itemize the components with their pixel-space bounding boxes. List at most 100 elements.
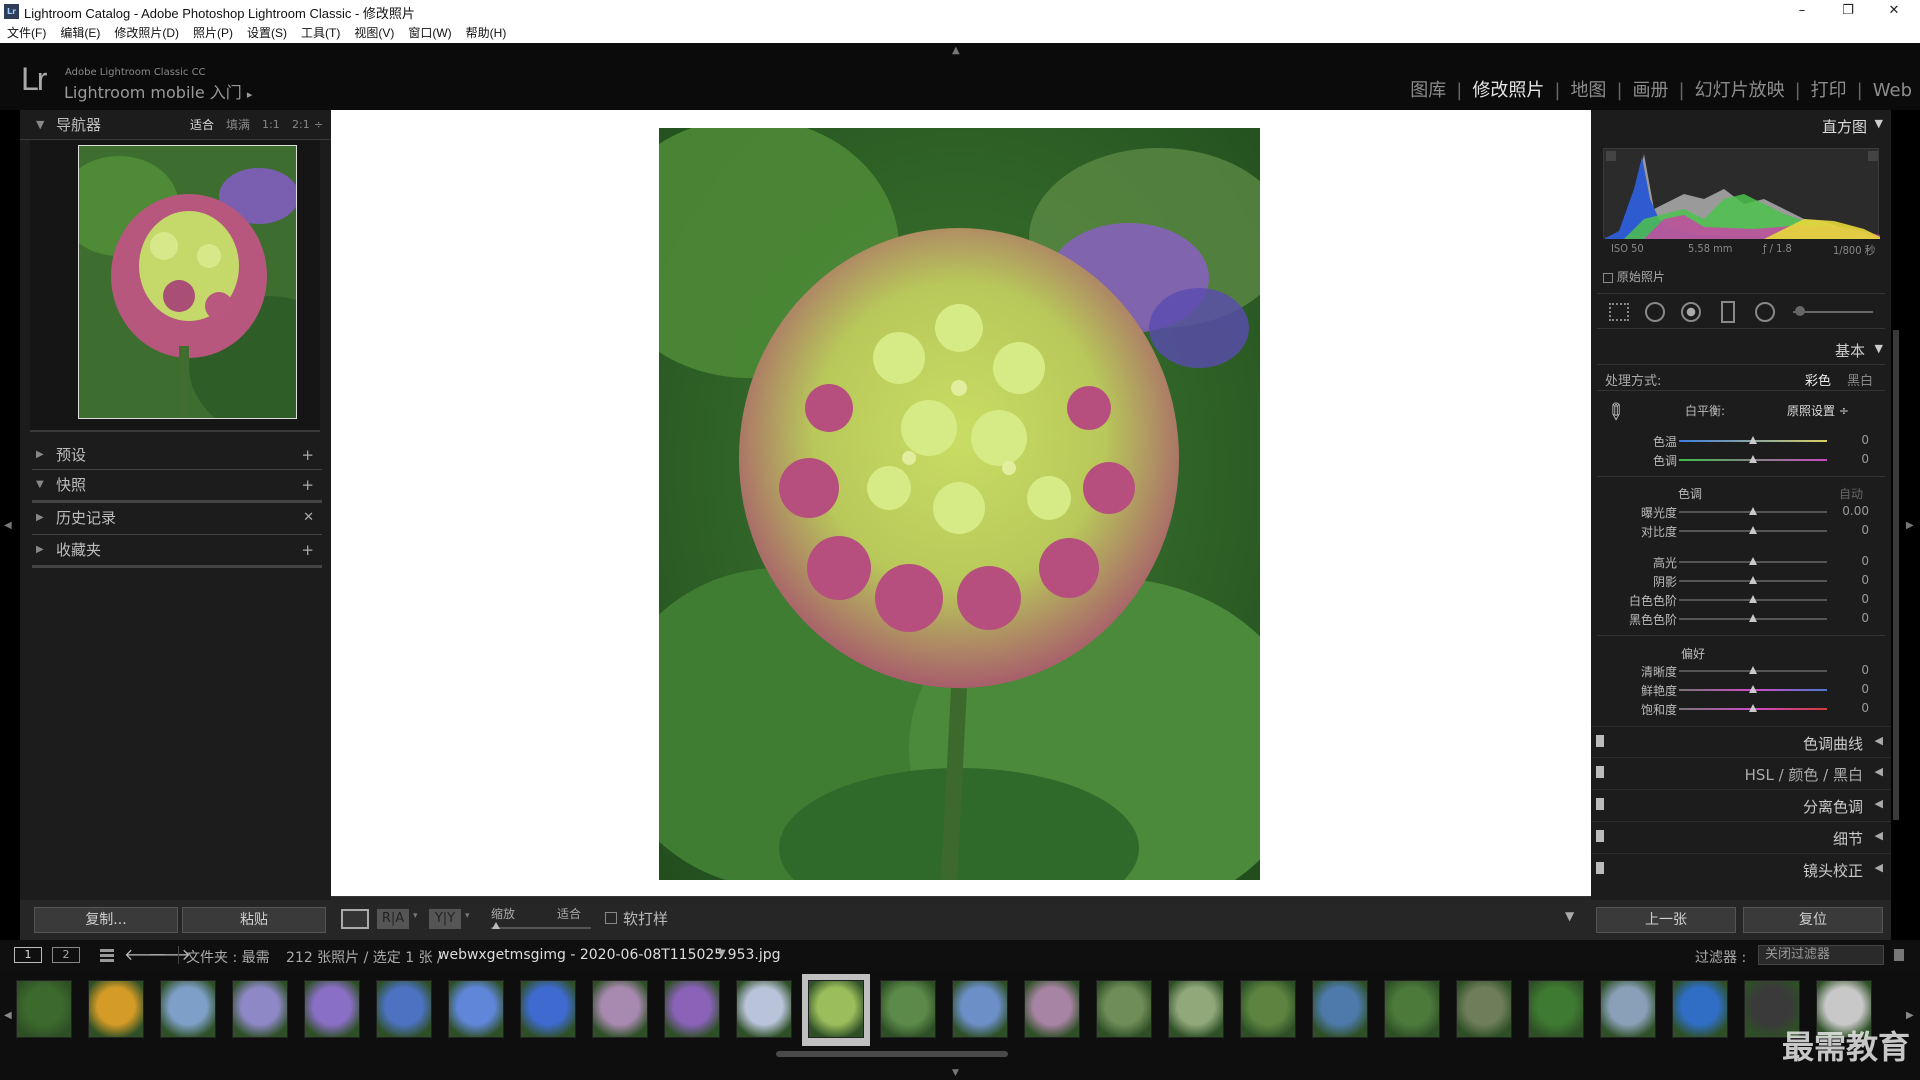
filmstrip-thumb[interactable] xyxy=(1450,974,1518,1046)
contrast-knob[interactable] xyxy=(1749,526,1757,534)
temp-value[interactable]: 0 xyxy=(1861,433,1869,447)
filmstrip-thumb[interactable] xyxy=(1090,974,1158,1046)
module-web[interactable]: Web xyxy=(1873,80,1912,101)
filmstrip-thumb[interactable] xyxy=(82,974,150,1046)
module-slideshow[interactable]: 幻灯片放映 xyxy=(1695,76,1785,102)
close-icon[interactable]: ✕ xyxy=(1872,0,1916,23)
whites-value[interactable]: 0 xyxy=(1861,592,1869,606)
contrast-value[interactable]: 0 xyxy=(1861,523,1869,537)
radial-filter-icon[interactable] xyxy=(1755,302,1775,322)
filmstrip-thumb[interactable] xyxy=(730,974,798,1046)
collapse-top-panel-icon[interactable]: ▲ xyxy=(952,45,960,56)
zoom-2-1[interactable]: 2:1 xyxy=(292,110,310,140)
zoom-slider[interactable] xyxy=(491,927,591,929)
filename-dropdown-icon[interactable]: ▼ xyxy=(718,948,726,959)
zoom-slider-knob[interactable] xyxy=(492,922,500,929)
filmstrip-thumb[interactable] xyxy=(874,974,942,1046)
split-toning-switch[interactable] xyxy=(1596,798,1604,810)
slider-tint[interactable]: 色调 0 xyxy=(1591,451,1891,469)
exposure-knob[interactable] xyxy=(1749,507,1757,515)
filmstrip-thumb[interactable] xyxy=(1306,974,1374,1046)
snapshots-header[interactable]: ▼ 快照 + xyxy=(32,470,322,503)
clarity-knob[interactable] xyxy=(1749,666,1757,674)
minimize-icon[interactable]: – xyxy=(1780,0,1824,23)
before-after-tb-icon[interactable]: Y|Y xyxy=(429,909,461,929)
original-photo-toggle[interactable]: 原始照片 xyxy=(1603,268,1665,285)
filmstrip-thumb[interactable] xyxy=(1666,974,1734,1046)
clarity-value[interactable]: 0 xyxy=(1861,663,1869,677)
filmstrip-thumb[interactable] xyxy=(226,974,294,1046)
add-snapshot-icon[interactable]: + xyxy=(301,470,314,500)
spot-removal-icon[interactable] xyxy=(1645,302,1665,322)
whites-knob[interactable] xyxy=(1749,595,1757,603)
tone-curve-switch[interactable] xyxy=(1596,735,1604,747)
collections-header[interactable]: ▶ 收藏夹 + xyxy=(32,535,322,568)
filmstrip-thumb[interactable] xyxy=(298,974,366,1046)
basic-collapse-icon[interactable]: ▼ xyxy=(1875,342,1883,355)
filmstrip-thumb[interactable] xyxy=(514,974,582,1046)
navigator-preview[interactable] xyxy=(78,145,297,419)
highlights-value[interactable]: 0 xyxy=(1861,554,1869,568)
before-after-lr-icon[interactable]: R|A xyxy=(377,909,409,929)
filmstrip-thumb[interactable] xyxy=(946,974,1014,1046)
toolbar-options-icon[interactable]: ▼ xyxy=(1565,909,1574,923)
filmstrip-thumb[interactable] xyxy=(442,974,510,1046)
zoom-1-1[interactable]: 1:1 xyxy=(262,110,280,140)
lens-corrections-switch[interactable] xyxy=(1596,862,1604,874)
menu-tools[interactable]: 工具(T) xyxy=(294,23,347,43)
add-preset-icon[interactable]: + xyxy=(301,440,314,470)
copy-settings-button[interactable]: 复制... xyxy=(34,907,178,933)
slider-highlights[interactable]: 高光 0 xyxy=(1591,553,1891,571)
filmstrip-thumb[interactable] xyxy=(1162,974,1230,1046)
original-photo-checkbox[interactable] xyxy=(1603,272,1613,283)
filmstrip-thumb[interactable] xyxy=(154,974,222,1046)
filmstrip-thumb[interactable] xyxy=(1234,974,1302,1046)
filmstrip-thumb[interactable] xyxy=(1378,974,1446,1046)
before-after-tb-dropdown-icon[interactable]: ▾ xyxy=(465,911,470,921)
menu-window[interactable]: 窗口(W) xyxy=(401,23,458,43)
main-monitor-button[interactable]: 1 xyxy=(14,947,42,963)
histogram-collapse-icon[interactable]: ▼ xyxy=(1875,117,1883,130)
filmstrip-thumb[interactable] xyxy=(586,974,654,1046)
filmstrip-thumb[interactable] xyxy=(10,974,78,1046)
split-toning-expand-icon[interactable]: ◀ xyxy=(1875,797,1883,810)
module-develop[interactable]: 修改照片 xyxy=(1472,76,1544,102)
vibrance-knob[interactable] xyxy=(1749,685,1757,693)
detail-expand-icon[interactable]: ◀ xyxy=(1875,829,1883,842)
brush-slider[interactable] xyxy=(1793,311,1873,313)
white-balance-dropdown[interactable]: 原照设置 ÷ xyxy=(1787,402,1849,419)
slider-contrast[interactable]: 对比度 0 xyxy=(1591,522,1891,540)
shadows-knob[interactable] xyxy=(1749,576,1757,584)
highlights-knob[interactable] xyxy=(1749,557,1757,565)
saturation-value[interactable]: 0 xyxy=(1861,701,1869,715)
menu-view[interactable]: 视图(V) xyxy=(347,23,401,43)
filmstrip-thumb[interactable] xyxy=(1522,974,1590,1046)
zoom-fill[interactable]: 填满 xyxy=(226,110,250,140)
histogram[interactable] xyxy=(1603,148,1880,239)
filmstrip-scrollbar[interactable] xyxy=(776,1051,1008,1057)
zoom-value[interactable]: 适合 xyxy=(557,905,581,922)
menu-file[interactable]: 文件(F) xyxy=(0,23,53,43)
slider-clarity[interactable]: 清晰度 0 xyxy=(1591,662,1891,680)
collapse-filmstrip-icon[interactable]: ▼ xyxy=(952,1068,959,1078)
zoom-more-icon[interactable]: ÷ xyxy=(314,110,323,140)
menu-develop[interactable]: 修改照片(D) xyxy=(107,23,186,43)
slider-whites[interactable]: 白色色阶 0 xyxy=(1591,591,1891,609)
blacks-value[interactable]: 0 xyxy=(1861,611,1869,625)
filmstrip-thumb[interactable] xyxy=(658,974,726,1046)
menu-edit[interactable]: 编辑(E) xyxy=(53,23,107,43)
filmstrip-thumb-selected[interactable] xyxy=(802,974,870,1046)
red-eye-icon[interactable] xyxy=(1681,302,1701,322)
presets-header[interactable]: ▶ 预设 + xyxy=(32,440,322,470)
blacks-knob[interactable] xyxy=(1749,614,1757,622)
slider-shadows[interactable]: 阴影 0 xyxy=(1591,572,1891,590)
graduated-filter-icon[interactable] xyxy=(1721,301,1735,323)
menu-photo[interactable]: 照片(P) xyxy=(186,23,240,43)
exposure-value[interactable]: 0.00 xyxy=(1842,504,1869,518)
menu-settings[interactable]: 设置(S) xyxy=(240,23,294,43)
zoom-fit[interactable]: 适合 xyxy=(190,110,214,140)
filmstrip-thumb[interactable] xyxy=(370,974,438,1046)
temp-knob[interactable] xyxy=(1749,436,1757,444)
filmstrip-thumb[interactable] xyxy=(1594,974,1662,1046)
detail-section[interactable]: 细节 ◀ xyxy=(1591,821,1891,851)
